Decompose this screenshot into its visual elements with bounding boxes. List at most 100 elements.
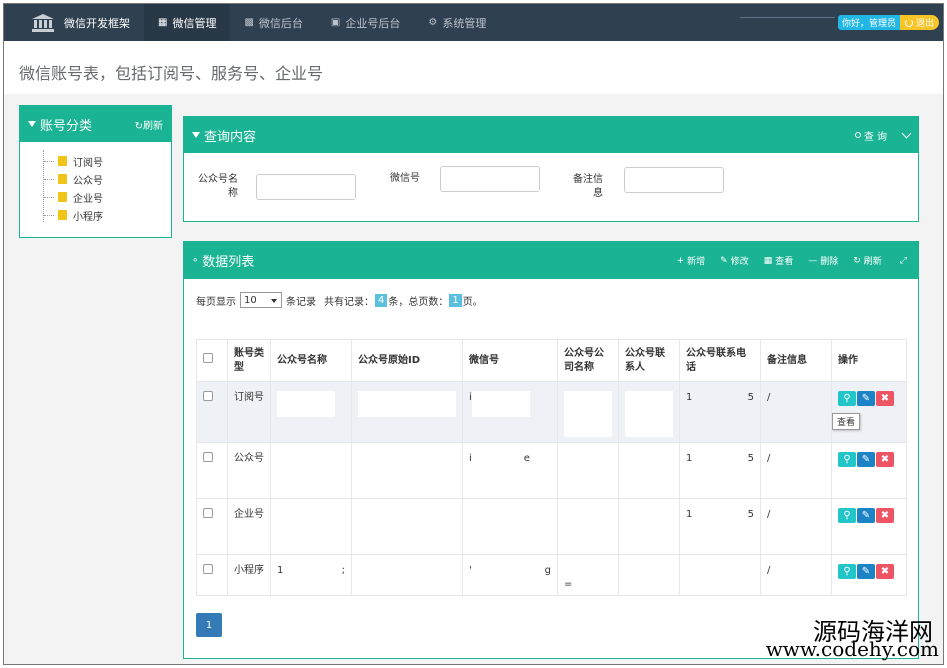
category-panel: 账号分类 ↻刷新 订阅号 公众号 企业号 小程序 [19, 105, 172, 238]
row-delete-button[interactable]: ✖ [876, 391, 894, 406]
add-button[interactable]: + 新增 [677, 254, 706, 268]
edit-button[interactable]: ✎ 修改 [720, 254, 749, 268]
wechat-id-field: 微信号 [384, 166, 540, 192]
table-row[interactable]: 订阅号 i 15 / ⚲ ✎ ✖ [196, 381, 907, 443]
tree-item-official[interactable]: 公众号 [44, 170, 171, 188]
row-checkbox[interactable] [203, 508, 213, 518]
query-title: 查询内容 [204, 129, 257, 145]
row-delete-button[interactable]: ✖ [876, 564, 894, 579]
tree-item-subscription[interactable]: 订阅号 [44, 152, 171, 170]
col-wechat-id[interactable]: 微信号 [462, 339, 558, 382]
refresh-button[interactable]: ↻ 刷新 [853, 254, 882, 268]
row-view-button[interactable]: ⚲ [838, 452, 856, 467]
nav-wechat-backend[interactable]: ▩ 微信后台 [230, 4, 316, 41]
col-company[interactable]: 公众号公司名称 [557, 339, 619, 382]
cell-contact [618, 498, 680, 555]
folder-icon [58, 210, 67, 220]
tree-item-enterprise[interactable]: 企业号 [44, 188, 171, 206]
tree-item-label: 企业号 [73, 193, 103, 205]
search-icon: ⚲ [843, 510, 851, 521]
refresh-label: 刷新 [863, 257, 882, 267]
redacted-block [277, 391, 335, 417]
row-view-button[interactable]: ⚲ [838, 391, 856, 406]
close-icon: ✖ [880, 510, 890, 521]
table-row[interactable]: 公众号 ie 15 / ⚲ ✎ ✖ [196, 442, 907, 499]
cell-phone-end: 5 [747, 509, 754, 520]
share-icon: ∘ [192, 255, 199, 266]
row-delete-button[interactable]: ✖ [876, 508, 894, 523]
cell-actions: ⚲ ✎ ✖ [831, 381, 907, 443]
logout-button[interactable]: 退出 [899, 15, 939, 30]
page-1-button[interactable]: 1 [196, 613, 222, 637]
row-edit-button[interactable]: ✎ [857, 452, 875, 467]
bank-icon [32, 13, 54, 32]
row-checkbox[interactable] [203, 452, 213, 462]
table-row[interactable]: 小程序 1; ' g = / ⚲ ✎ ✖ [196, 554, 907, 596]
row-checkbox[interactable] [203, 391, 213, 401]
remark-input[interactable] [624, 167, 724, 193]
row-checkbox[interactable] [203, 564, 213, 574]
row-edit-button[interactable]: ✎ [857, 564, 875, 579]
pencil-icon: ✎ [861, 510, 871, 521]
query-panel: 查询内容 查 询 公众号名称 微信号 备注信息 [183, 116, 919, 222]
pencil-icon: ✎ [861, 566, 871, 577]
cell-name-end: ; [341, 565, 345, 576]
view-button[interactable]: ▦ 查看 [764, 254, 794, 268]
col-actions: 操作 [831, 339, 907, 382]
row-view-button[interactable]: ⚲ [838, 564, 856, 579]
cell-original-id [351, 554, 463, 596]
brand[interactable]: 微信开发框架 [4, 4, 144, 41]
cell-original-id [351, 442, 463, 499]
edit-label: 修改 [730, 257, 749, 267]
cell-wechat-id: ie [462, 442, 558, 499]
table-row[interactable]: 企业号 15 / ⚲ ✎ ✖ [196, 498, 907, 555]
cell-type: 公众号 [227, 442, 271, 499]
nav-enterprise-backend[interactable]: ▣ 企业号后台 [317, 4, 414, 41]
top-navbar: 微信开发框架 ▦ 微信管理 ▩ 微信后台 ▣ 企业号后台 ⚙ 系统管理 你好，管… [4, 4, 943, 41]
cell-wechat-text: ' [469, 565, 472, 576]
wechat-id-input[interactable] [440, 166, 540, 192]
table-header-row: 账号类型 公众号名称 公众号原始ID 微信号 公众号公司名称 公众号联系人 公众… [196, 339, 907, 382]
query-search-button[interactable]: 查 询 [854, 128, 887, 143]
row-view-button[interactable]: ⚲ [838, 508, 856, 523]
col-account-type[interactable]: 账号类型 [227, 339, 271, 382]
redacted-block [564, 391, 612, 437]
remark-field: 备注信息 [567, 167, 724, 201]
row-edit-button[interactable]: ✎ [857, 508, 875, 523]
nav-wechat-manage[interactable]: ▦ 微信管理 [144, 4, 231, 41]
row-delete-button[interactable]: ✖ [876, 452, 894, 467]
category-refresh-button[interactable]: ↻刷新 [135, 117, 163, 132]
row-edit-button[interactable]: ✎ [857, 391, 875, 406]
nav-system-manage[interactable]: ⚙ 系统管理 [414, 4, 500, 41]
cell-company [557, 442, 619, 499]
select-all-checkbox[interactable] [203, 353, 213, 363]
folder-icon [58, 192, 67, 202]
col-contact[interactable]: 公众号联系人 [618, 339, 680, 382]
account-name-input[interactable] [256, 174, 356, 200]
chevron-down-icon[interactable] [901, 128, 912, 138]
minus-icon: — [808, 255, 818, 266]
per-page-prefix: 每页显示 [196, 296, 236, 308]
total-records-badge: 4 [375, 293, 388, 307]
col-note[interactable]: 备注信息 [760, 339, 832, 382]
watermark-url: www.codehy.com [765, 637, 939, 661]
cell-name: 1; [270, 554, 352, 596]
cell-contact [618, 554, 680, 596]
cell-actions: ⚲ ✎ ✖ [831, 554, 907, 596]
cell-type: 订阅号 [227, 381, 271, 443]
cell-actions: ⚲ ✎ ✖ [831, 498, 907, 555]
remark-label: 备注信息 [573, 174, 603, 199]
data-list-panel: ∘ 数据列表 + 新增 ✎ 修改 ▦ 查看 — 删除 ↻ 刷新 ⤢ 每页显示 10 条记录… [183, 241, 919, 659]
cell-note: / [760, 442, 832, 499]
cell-note: / [760, 498, 832, 555]
delete-button[interactable]: — 删除 [808, 254, 838, 268]
col-original-id[interactable]: 公众号原始ID [351, 339, 463, 382]
pencil-icon: ✎ [720, 255, 728, 266]
account-name-field: 公众号名称 [198, 173, 356, 201]
tree-item-miniprogram[interactable]: 小程序 [44, 206, 171, 224]
cell-wechat-text: i [469, 453, 472, 464]
expand-button[interactable]: ⤢ [900, 256, 910, 266]
col-phone[interactable]: 公众号联系电话 [679, 339, 761, 382]
col-account-name[interactable]: 公众号名称 [270, 339, 352, 382]
page-size-select[interactable]: 10 [240, 292, 282, 308]
